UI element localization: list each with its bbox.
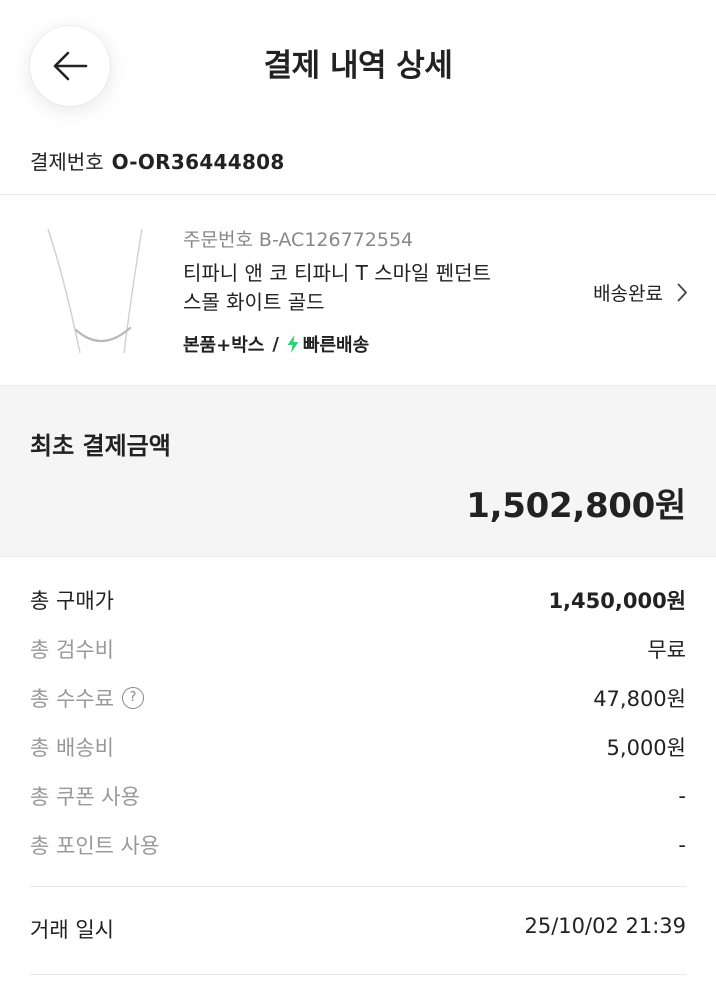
- breakdown-value: -: [678, 783, 686, 808]
- breakdown-value: 47,800원: [593, 686, 686, 711]
- breakdown-value: -: [678, 832, 686, 857]
- payment-number-label: 결제번호: [30, 150, 104, 174]
- payment-number: 결제번호 O-OR36444808: [30, 146, 285, 175]
- divider: [30, 886, 686, 887]
- product-name: 티파니 앤 코 티파니 T 스마일 펜던트 스몰 화이트 골드: [183, 259, 543, 317]
- product-card[interactable]: 주문번호 B-AC126772554 티파니 앤 코 티파니 T 스마일 펜던트 …: [0, 195, 716, 385]
- order-number-value: B-AC126772554: [258, 229, 414, 251]
- breakdown-label-wrap: 총 수수료 ?: [30, 683, 144, 713]
- price-breakdown: 총 구매가 1,450,000원 총 검수비 무료 총 수수료 ? 47,800…: [30, 575, 686, 869]
- breakdown-value: 1,450,000원: [548, 588, 686, 613]
- delivery-status[interactable]: 배송완료: [593, 279, 688, 306]
- product-name-line-2: 스몰 화이트 골드: [183, 290, 325, 314]
- header: 결제 내역 상세: [0, 0, 716, 132]
- product-meta: 본품+박스 / 빠른배송: [183, 331, 369, 357]
- product-thumbnail: [47, 228, 143, 354]
- page-title: 결제 내역 상세: [263, 48, 453, 84]
- transaction-datetime-row: 거래 일시 25/10/02 21:39: [30, 914, 686, 944]
- initial-payment-section: 최초 결제금액 1,502,800원: [0, 385, 716, 557]
- breakdown-label: 총 수수료: [30, 686, 114, 711]
- breakdown-row-coupon: 총 쿠폰 사용 -: [30, 771, 686, 820]
- breakdown-label: 총 구매가: [30, 588, 114, 613]
- transaction-datetime-value: 25/10/02 21:39: [524, 914, 686, 938]
- breakdown-value: 무료: [647, 637, 686, 662]
- divider: [30, 974, 686, 975]
- chevron-right-icon: [677, 283, 688, 302]
- order-number: 주문번호 B-AC126772554: [183, 225, 413, 252]
- initial-payment-label: 최초 결제금액: [30, 432, 171, 460]
- payment-number-value: O-OR36444808: [111, 150, 285, 174]
- lightning-icon: [287, 335, 299, 353]
- breakdown-label: 총 배송비: [30, 735, 114, 760]
- breakdown-row-points: 총 포인트 사용 -: [30, 820, 686, 869]
- breakdown-row-purchase-price: 총 구매가 1,450,000원: [30, 575, 686, 624]
- order-number-label: 주문번호: [183, 229, 253, 251]
- breakdown-label: 총 포인트 사용: [30, 833, 160, 858]
- shipping-type: 빠른배송: [302, 335, 370, 356]
- breakdown-value: 5,000원: [606, 735, 686, 760]
- initial-payment-amount: 1,502,800원: [466, 486, 686, 526]
- breakdown-row-commission: 총 수수료 ? 47,800원: [30, 673, 686, 722]
- transaction-datetime-label: 거래 일시: [30, 918, 114, 942]
- breakdown-row-inspection-fee: 총 검수비 무료: [30, 624, 686, 673]
- breakdown-row-shipping-fee: 총 배송비 5,000원: [30, 722, 686, 771]
- breakdown-label: 총 쿠폰 사용: [30, 784, 140, 809]
- question-circle-icon[interactable]: ?: [121, 686, 144, 709]
- product-option: 본품+박스: [183, 335, 265, 356]
- product-name-line-1: 티파니 앤 코 티파니 T 스마일 펜던트: [183, 261, 491, 285]
- meta-separator: /: [272, 333, 279, 355]
- delivery-status-label: 배송완료: [593, 283, 663, 305]
- breakdown-label: 총 검수비: [30, 637, 114, 662]
